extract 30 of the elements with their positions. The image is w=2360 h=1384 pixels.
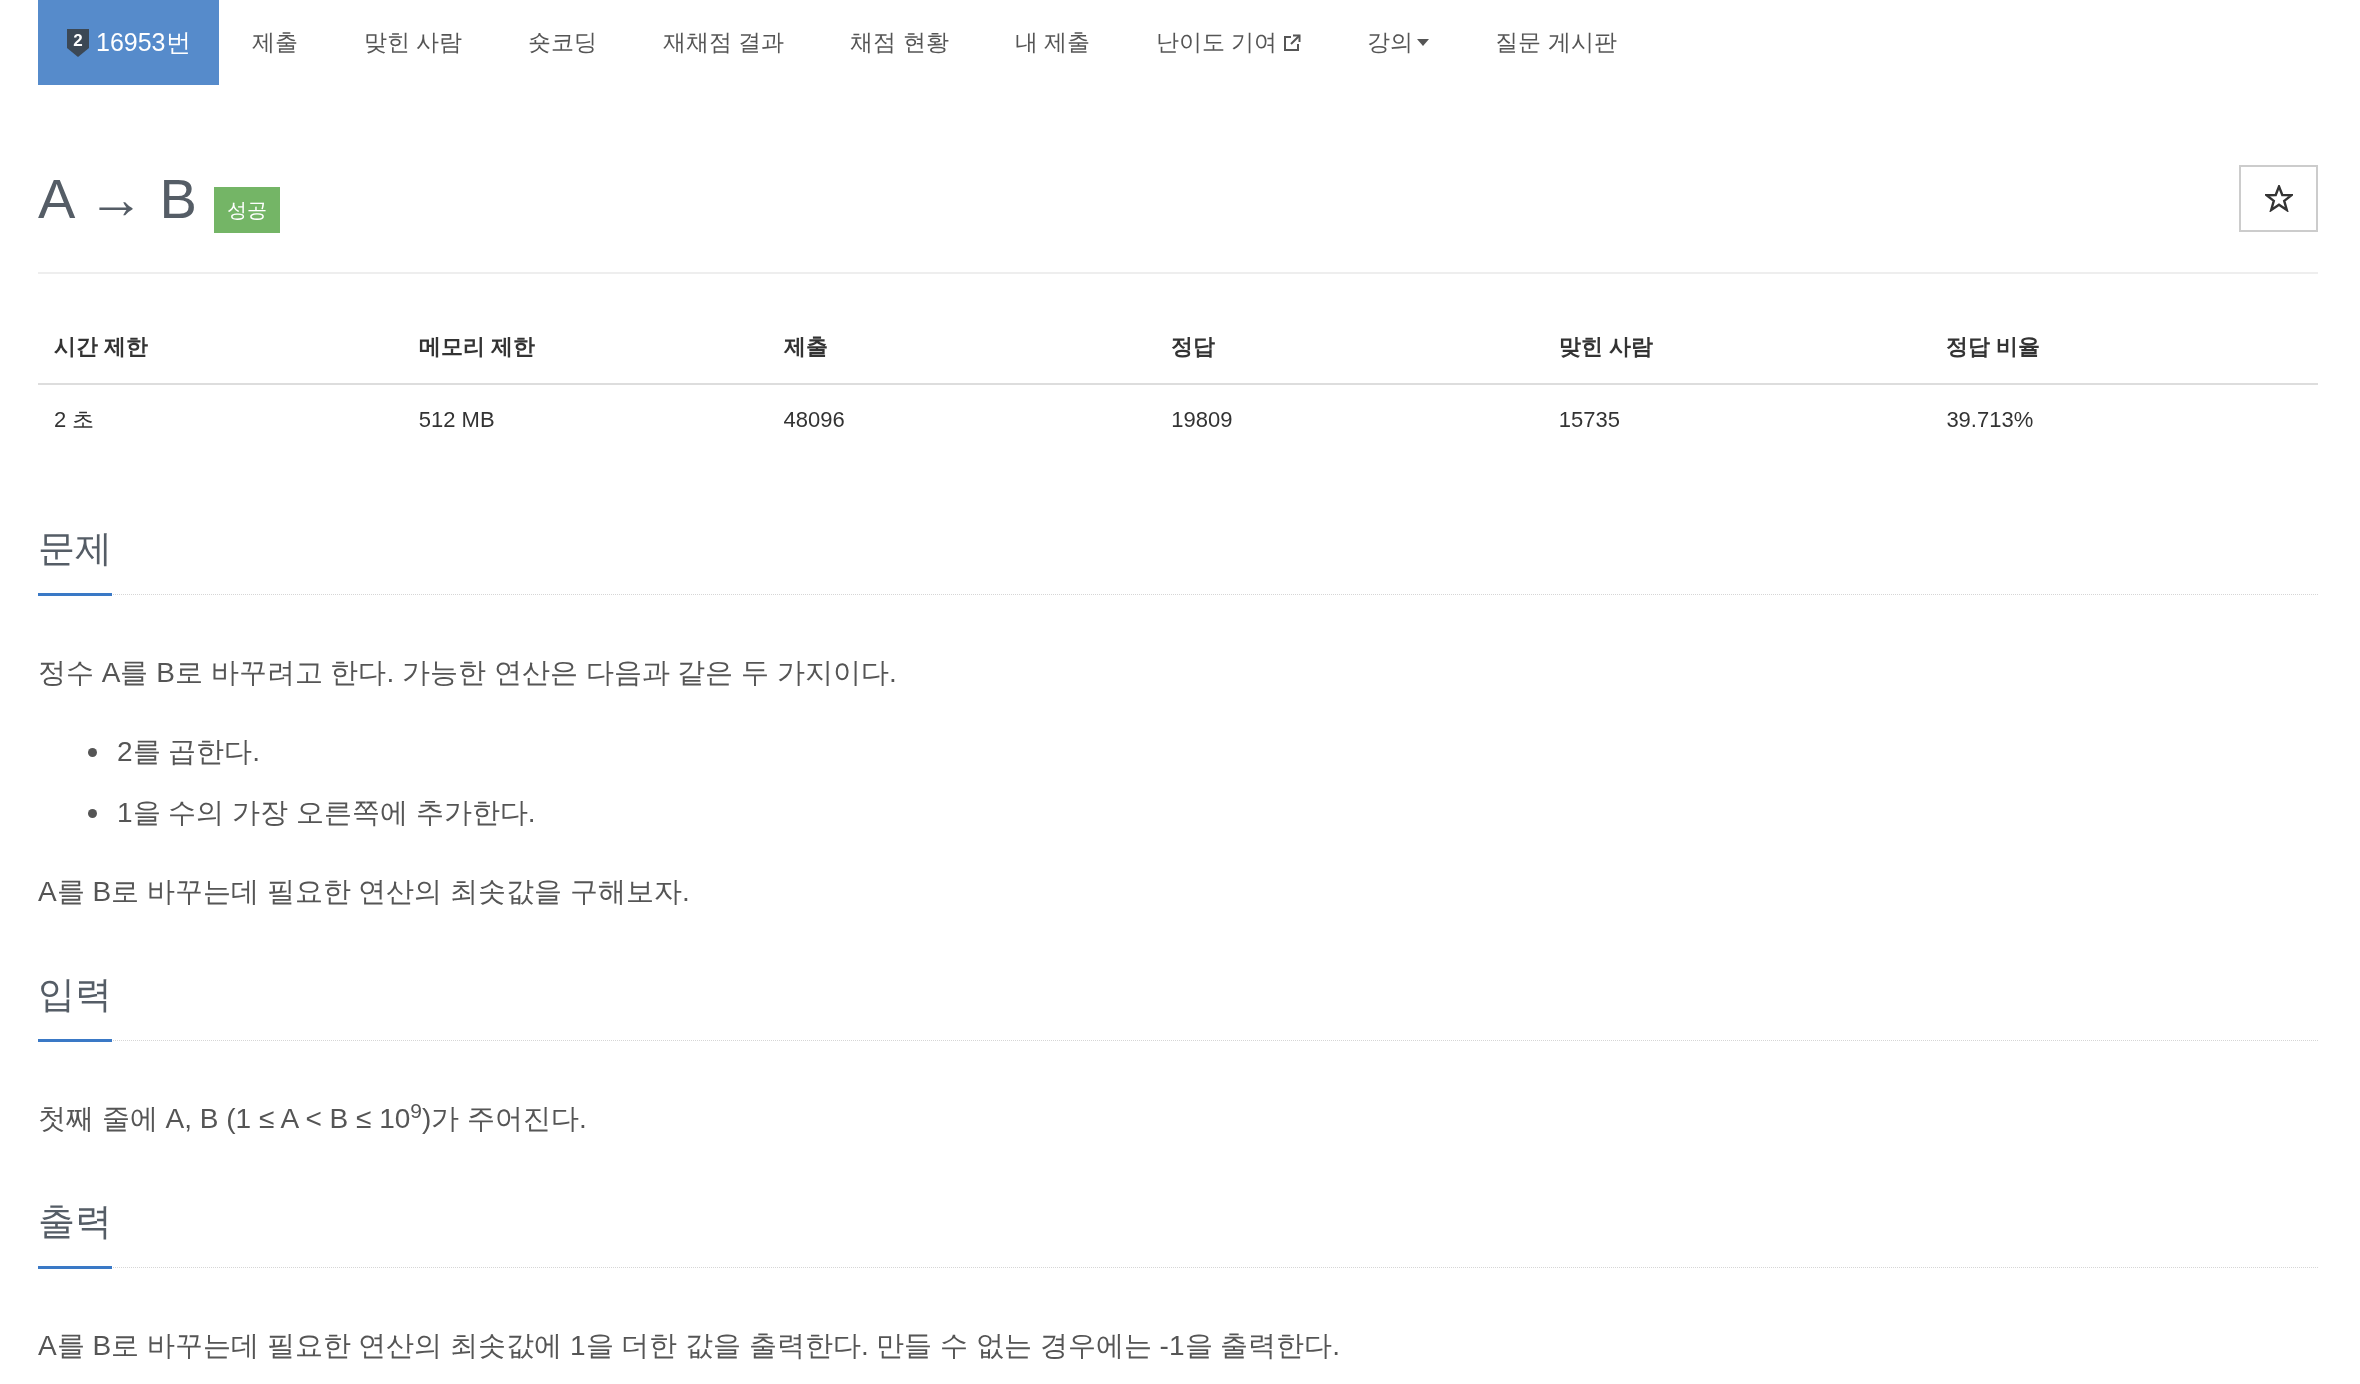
- paragraph: 첫째 줄에 A, B (1 ≤ A < B ≤ 10$^{9}$)가 주어진다.: [38, 1099, 588, 1136]
- section-heading: 출력: [38, 1200, 112, 1244]
- table-cell: 39.713%: [1946, 407, 2034, 432]
- table-cell: 48096: [783, 407, 845, 432]
- nav-tab[interactable]: 2 16953번: [38, 0, 219, 85]
- column-header: 정답: [1171, 334, 1216, 359]
- list-item: 1을 수의 가장 오른쪽에 추가한다.: [117, 796, 536, 830]
- table-cell: 2 초: [54, 407, 95, 432]
- caret-icon: [1417, 39, 1430, 46]
- bullet-icon: [88, 747, 97, 757]
- paragraph: A를 B로 바꾸는데 필요한 연산의 최솟값을 구해보자.: [38, 875, 691, 909]
- section-heading: 문제: [38, 527, 112, 571]
- bullet-icon: [88, 808, 97, 818]
- table-cell: 15735: [1558, 407, 1620, 432]
- table-cell: 512 MB: [418, 407, 495, 432]
- external-link-icon: [1283, 33, 1302, 52]
- column-header: 시간 제한: [54, 334, 149, 359]
- tier-badge: 2: [66, 27, 90, 58]
- column-header: 메모리 제한: [418, 334, 535, 359]
- table-cell: 19809: [1171, 407, 1233, 432]
- list-item: 2를 곱한다.: [117, 735, 261, 769]
- paragraph: A를 B로 바꾸는데 필요한 연산의 최솟값에 1을 더한 값을 출력한다. 만들 수 없는 경우에는 -1을 출력한다.: [38, 1329, 1342, 1363]
- favorite-button[interactable]: [2239, 165, 2318, 232]
- problem-title: A → B: [38, 170, 197, 227]
- column-header: 맞힌 사람: [1558, 334, 1653, 359]
- paragraph: 정수 A를 B로 바꾸려고 한다. 가능한 연산은 다음과 같은 두 가지이다.: [38, 656, 898, 690]
- column-header: 제출: [783, 334, 828, 359]
- column-header: 정답 비율: [1946, 334, 2041, 359]
- section-heading: 입력: [38, 973, 112, 1017]
- result-label: 성공: [213, 186, 280, 233]
